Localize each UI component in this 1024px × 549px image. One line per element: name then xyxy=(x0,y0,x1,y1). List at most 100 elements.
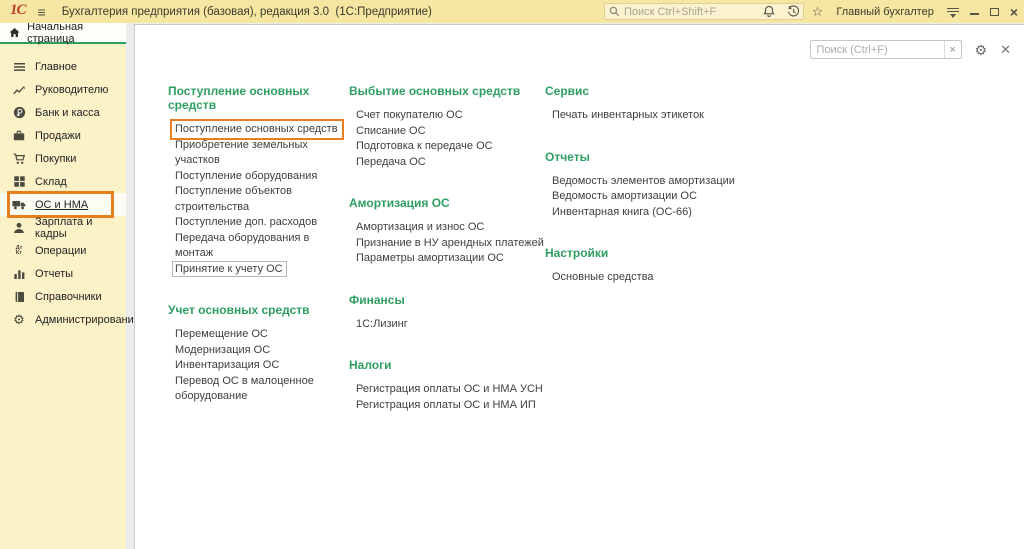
sidebar-item-otchety[interactable]: Отчеты xyxy=(0,262,126,285)
sidebar-item-bank-i-kassa[interactable]: Банк и касса xyxy=(0,101,126,124)
sidebar-item-rukovoditelyu[interactable]: Руководителю xyxy=(0,78,126,101)
menu-link[interactable]: Подготовка к передаче ОС xyxy=(356,139,493,155)
window-close-icon[interactable]: × xyxy=(1010,5,1018,19)
ruble-coin-icon xyxy=(12,106,26,119)
menu-link[interactable]: Печать инвентарных этикеток xyxy=(552,108,704,124)
main-area: × ⚙ ✕ Поступление основных средств Посту… xyxy=(126,23,1024,549)
menu-link[interactable]: Ведомость элементов амортизации xyxy=(552,174,735,190)
history-clock-icon[interactable] xyxy=(787,5,801,19)
topbar: 1С ≡ Бухгалтерия предприятия (базовая), … xyxy=(0,0,1024,23)
content-toolbar: × ⚙ ✕ xyxy=(810,40,1011,59)
home-icon xyxy=(9,27,20,38)
menu-link-postuplenie-os[interactable]: Поступление основных средств xyxy=(175,122,338,138)
menu-section: Учет основных средств Перемещение ОС Мод… xyxy=(168,303,349,405)
menu-section: Амортизация ОС Амортизация и износ ОС Пр… xyxy=(349,196,545,267)
sidebar-item-label: Администрирование xyxy=(35,314,140,326)
left-column: Начальная страница Главное Руководителю xyxy=(0,23,126,549)
menu-link[interactable]: Регистрация оплаты ОС и НМА ИП xyxy=(356,398,536,414)
section-title: Амортизация ОС xyxy=(349,196,545,210)
sidebar-item-glavnoe[interactable]: Главное xyxy=(0,55,126,78)
sidebar-item-label: Банк и касса xyxy=(35,107,100,119)
app-body: Начальная страница Главное Руководителю xyxy=(0,23,1024,549)
shopping-cart-icon xyxy=(12,153,26,165)
sidebar-item-label: Главное xyxy=(35,61,77,73)
window-minimize-icon[interactable] xyxy=(970,7,979,16)
window-maximize-icon[interactable] xyxy=(990,8,999,16)
sidebar-item-prodazhi[interactable]: Продажи xyxy=(0,124,126,147)
menu-link[interactable]: Передача оборудования в монтаж xyxy=(175,231,349,262)
close-panel-icon[interactable]: ✕ xyxy=(1000,43,1011,56)
sidebar-item-spravochniki[interactable]: Справочники xyxy=(0,285,126,308)
sidebar-item-label: ОС и НМА xyxy=(35,199,88,211)
menu-section: Настройки Основные средства xyxy=(545,246,1024,286)
section-title: Поступление основных средств xyxy=(168,84,349,112)
content-panel: × ⚙ ✕ Поступление основных средств Посту… xyxy=(134,24,1024,549)
menu-link[interactable]: Признание в НУ арендных платежей xyxy=(356,236,544,252)
sidebar-item-os-i-nma[interactable]: ОС и НМА xyxy=(0,193,126,216)
menu-link-prinyatie-k-uchetu[interactable]: Принятие к учету ОС xyxy=(175,262,283,278)
sidebar-item-label: Зарплата и кадры xyxy=(35,216,126,240)
menu-link[interactable]: Параметры амортизации ОС xyxy=(356,251,504,267)
content-search[interactable]: × xyxy=(810,40,962,59)
1c-logo: 1С xyxy=(10,2,26,19)
notifications-bell-icon[interactable] xyxy=(762,5,776,19)
truck-icon xyxy=(12,199,26,210)
menu-link[interactable]: Поступление оборудования xyxy=(175,169,317,185)
menu-link[interactable]: Перемещение ОС xyxy=(175,327,268,343)
section-title: Учет основных средств xyxy=(168,303,349,317)
content-search-input[interactable] xyxy=(811,44,944,56)
sidebar-item-pokupki[interactable]: Покупки xyxy=(0,147,126,170)
menu-link[interactable]: 1С:Лизинг xyxy=(356,317,408,333)
user-menu[interactable]: Главный бухгалтер xyxy=(836,6,933,18)
sidebar-item-label: Склад xyxy=(35,176,67,188)
sidebar-item-sklad[interactable]: Склад xyxy=(0,170,126,193)
menu-link[interactable]: Инвентаризация ОС xyxy=(175,358,279,374)
menu-link[interactable]: Амортизация и износ ОС xyxy=(356,220,484,236)
menu-link[interactable]: Поступление объектов строительства xyxy=(175,184,349,215)
sidebar-item-operacii[interactable]: ДтКт Операции xyxy=(0,239,126,262)
home-tab[interactable]: Начальная страница xyxy=(0,23,126,44)
menu-link[interactable]: Приобретение земельных участков xyxy=(175,138,349,169)
clear-search-icon[interactable]: × xyxy=(944,41,961,58)
menu-link[interactable]: Перевод ОС в малоценное оборудование xyxy=(175,374,349,405)
sidebar-item-label: Покупки xyxy=(35,153,76,165)
menu-link[interactable]: Регистрация оплаты ОС и НМА УСН xyxy=(356,382,543,398)
sidebar-item-label: Справочники xyxy=(35,291,102,303)
section-title: Сервис xyxy=(545,84,1024,98)
favorites-star-icon[interactable]: ☆ xyxy=(812,5,824,18)
menu-link[interactable]: Счет покупателю ОС xyxy=(356,108,463,124)
menu-link[interactable]: Ведомость амортизации ОС xyxy=(552,189,697,205)
menu-link[interactable]: Модернизация ОС xyxy=(175,343,270,359)
menu-link[interactable]: Поступление доп. расходов xyxy=(175,215,317,231)
book-icon xyxy=(12,291,26,303)
window-title: Бухгалтерия предприятия (базовая), редак… xyxy=(62,6,432,18)
sidebar-item-zarplata-i-kadry[interactable]: Зарплата и кадры xyxy=(0,216,126,239)
menu-column-3: Сервис Печать инвентарных этикеток Отчет… xyxy=(545,84,1024,439)
trend-arrow-icon xyxy=(12,85,26,95)
sidebar-item-administrirovanie[interactable]: ⚙ Администрирование xyxy=(0,308,126,331)
menu-section: Поступление основных средств Поступление… xyxy=(168,84,349,277)
menu-link[interactable]: Основные средства xyxy=(552,270,654,286)
section-function-menu: Поступление основных средств Поступление… xyxy=(135,25,1024,439)
menu-link[interactable]: Списание ОС xyxy=(356,124,426,140)
menu-link[interactable]: Передача ОС xyxy=(356,155,426,171)
sidebar: Главное Руководителю Банк и касса xyxy=(0,44,126,549)
bar-chart-icon xyxy=(12,268,26,279)
search-icon xyxy=(609,6,620,17)
section-title: Настройки xyxy=(545,246,1024,260)
menu-section: Выбытие основных средств Счет покупателю… xyxy=(349,84,545,170)
gear-icon: ⚙ xyxy=(12,313,26,326)
section-title: Выбытие основных средств xyxy=(349,84,545,98)
topbar-right-cluster: ☆ Главный бухгалтер × xyxy=(762,0,1018,23)
menu-link[interactable]: Инвентарная книга (ОС-66) xyxy=(552,205,692,221)
sidebar-item-label: Отчеты xyxy=(35,268,73,280)
section-title: Отчеты xyxy=(545,150,1024,164)
settings-gear-icon[interactable]: ⚙ xyxy=(975,43,988,57)
service-menu-icon[interactable] xyxy=(947,6,959,18)
section-title: Налоги xyxy=(349,358,545,372)
menu-section: Сервис Печать инвентарных этикеток xyxy=(545,84,1024,124)
main-menu-icon[interactable]: ≡ xyxy=(38,5,46,19)
briefcase-icon xyxy=(12,130,26,141)
sidebar-item-label: Продажи xyxy=(35,130,81,142)
menu-section: Отчеты Ведомость элементов амортизации В… xyxy=(545,150,1024,221)
